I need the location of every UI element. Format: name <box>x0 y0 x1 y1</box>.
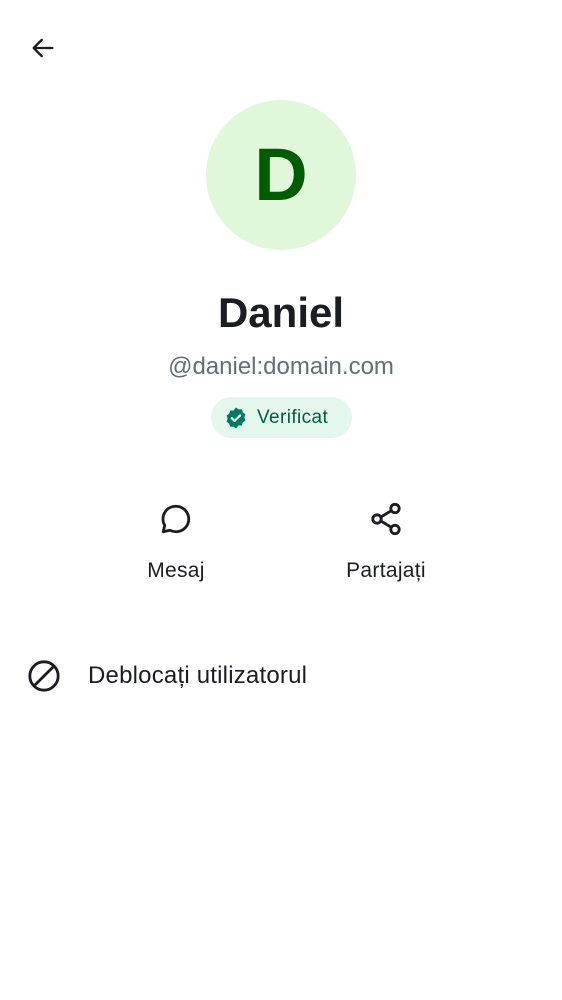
verified-badge: Verificat <box>211 397 352 438</box>
avatar-initial: D <box>254 133 308 216</box>
chat-bubble-icon <box>152 495 200 543</box>
user-id: @daniel:domain.com <box>168 353 394 380</box>
back-button[interactable] <box>18 25 68 75</box>
verified-label: Verificat <box>257 406 329 428</box>
avatar: D <box>206 100 356 250</box>
block-icon <box>24 656 64 696</box>
message-button[interactable]: Mesaj <box>96 495 256 595</box>
share-button[interactable]: Partajați <box>306 495 466 595</box>
unblock-user-item[interactable]: Deblocați utilizatorul <box>0 646 562 706</box>
share-label: Partajați <box>346 559 426 582</box>
message-label: Mesaj <box>147 559 205 582</box>
share-icon <box>362 495 410 543</box>
verified-check-icon <box>224 406 248 430</box>
display-name: Daniel <box>217 289 345 336</box>
arrow-left-icon <box>29 34 57 67</box>
unblock-user-label: Deblocați utilizatorul <box>88 662 308 689</box>
